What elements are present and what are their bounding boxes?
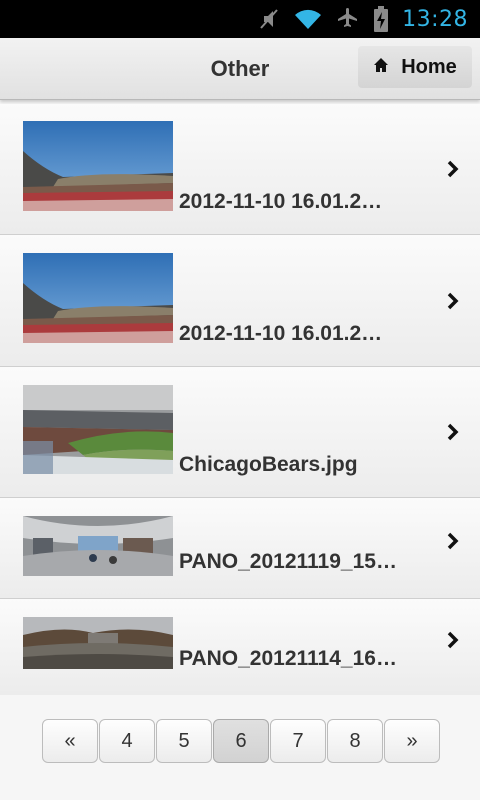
list-item[interactable]: 2012-11-10 16.01.2… (0, 104, 480, 235)
item-label: 2012-11-10 16.01.2… (179, 322, 383, 345)
airplane-icon (336, 7, 360, 31)
image-list: 2012-11-10 16.01.2… 2012-11-10 16.01.2… (0, 104, 480, 695)
item-label: PANO_20121119_15… (179, 550, 397, 573)
list-item[interactable]: PANO_20121114_16… (0, 599, 480, 695)
thumbnail (23, 617, 173, 669)
page-button-6-current[interactable]: 6 (213, 719, 269, 763)
page-button-7[interactable]: 7 (270, 719, 326, 763)
list-item[interactable]: ChicagoBears.jpg (0, 367, 480, 498)
thumbnail (23, 121, 173, 211)
page-button-4[interactable]: 4 (99, 719, 155, 763)
battery-charging-icon (374, 6, 389, 32)
home-icon (373, 56, 389, 79)
item-label: PANO_20121114_16… (179, 647, 397, 670)
thumbnail (23, 385, 173, 474)
chevron-right-icon (447, 423, 459, 441)
chevron-right-icon (447, 631, 459, 649)
status-bar: 13:28 (0, 0, 480, 38)
clock: 13:28 (402, 6, 468, 32)
chevron-right-icon (447, 292, 459, 310)
prev-page-button[interactable]: « (42, 719, 98, 763)
chevron-right-icon (447, 160, 459, 178)
thumbnail (23, 253, 173, 343)
list-item[interactable]: 2012-11-10 16.01.2… (0, 235, 480, 367)
page-button-5[interactable]: 5 (156, 719, 212, 763)
header-bar: Other Home (0, 38, 480, 100)
next-page-button[interactable]: » (384, 719, 440, 763)
thumbnail (23, 516, 173, 576)
chevron-right-icon (447, 532, 459, 550)
home-button-label: Home (401, 55, 457, 78)
wifi-icon (294, 8, 322, 30)
page-button-8[interactable]: 8 (327, 719, 383, 763)
item-label: 2012-11-10 16.01.2… (179, 190, 383, 213)
list-item[interactable]: PANO_20121119_15… (0, 498, 480, 599)
mute-icon (258, 7, 280, 31)
home-button[interactable]: Home (358, 46, 472, 88)
pagination: « 4 5 6 7 8 » (42, 719, 440, 763)
item-label: ChicagoBears.jpg (179, 453, 358, 476)
